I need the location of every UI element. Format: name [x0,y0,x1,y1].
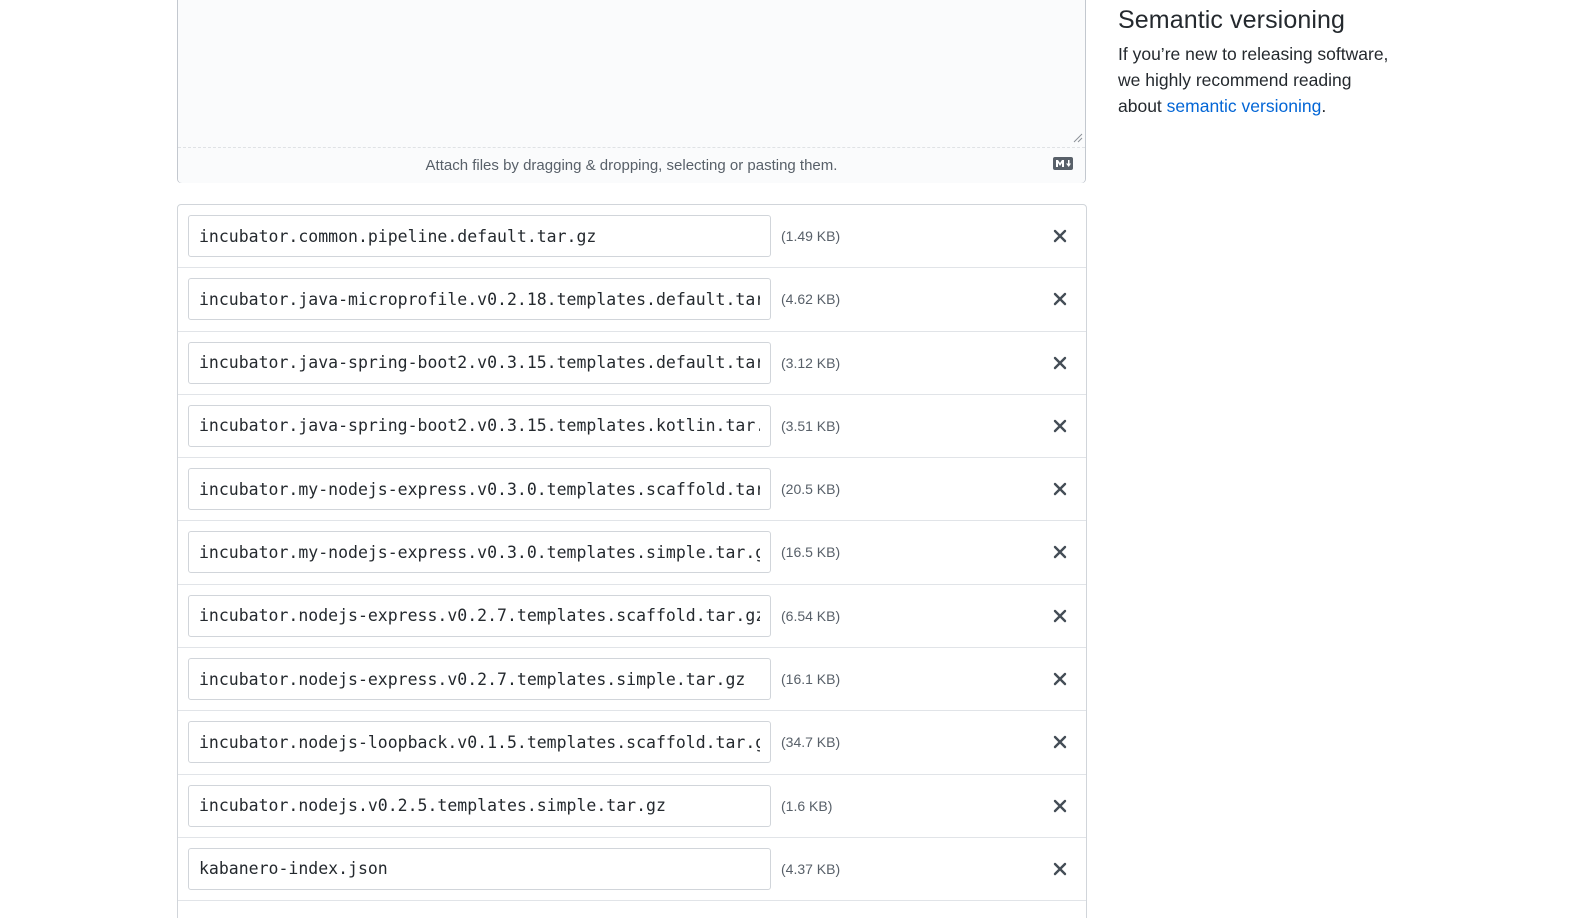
asset-row: (20.5 KB) [178,458,1086,522]
close-icon[interactable] [1052,228,1068,244]
sidebar-title: Semantic versioning [1118,6,1346,34]
attach-files-text: Attach files by dragging & dropping, sel… [425,157,838,174]
release-description-editor: Attach files by dragging & dropping, sel… [177,0,1086,183]
asset-size: (3.12 KB) [781,354,841,371]
asset-size: (16.5 KB) [781,544,841,561]
close-icon[interactable] [1052,544,1068,560]
asset-row: (34.7 KB) [178,711,1086,775]
asset-filename-input[interactable] [188,341,771,384]
asset-row: (4.62 KB) [178,268,1086,332]
attach-files-bar[interactable]: Attach files by dragging & dropping, sel… [178,147,1085,183]
asset-filename-input[interactable] [188,215,771,257]
sidebar-body: If you’re new to releasing software, we … [1118,41,1398,119]
asset-row: (6.54 KB) [178,585,1086,649]
close-icon[interactable] [1052,798,1068,814]
asset-filename-input[interactable] [188,468,771,511]
asset-size: (1.6 KB) [781,797,833,814]
sidebar-body-suffix: . [1321,96,1327,116]
close-icon[interactable] [1052,608,1068,624]
asset-row: (16.1 KB) [178,648,1086,712]
semantic-versioning-sidebar: Semantic versioning If you’re new to rel… [1118,6,1418,119]
asset-row: (16.5 KB) [178,521,1086,585]
asset-size: (3.51 KB) [781,417,841,434]
asset-size: (1.49 KB) [781,228,841,244]
asset-filename-input[interactable] [188,404,771,447]
asset-size: (4.37 KB) [781,860,841,877]
close-icon[interactable] [1052,355,1068,371]
semantic-versioning-link[interactable]: semantic versioning [1167,96,1322,116]
asset-row: (4.37 KB) [178,838,1086,902]
asset-filename-input[interactable] [188,658,771,701]
resize-grip-icon[interactable] [1073,133,1083,143]
asset-size: (34.7 KB) [781,734,841,751]
asset-filename-input[interactable] [188,531,771,574]
markdown-icon[interactable] [1053,157,1073,170]
asset-filename-input[interactable] [188,784,771,827]
release-description-textarea[interactable] [178,0,1085,147]
asset-row: (1.49 KB) [178,205,1086,269]
asset-size: (16.1 KB) [781,671,841,688]
asset-size: (20.5 KB) [781,481,841,498]
asset-row: (3.12 KB) [178,332,1086,395]
close-icon[interactable] [1052,418,1068,434]
asset-size: (6.54 KB) [781,607,841,624]
release-assets-list: (1.49 KB) (4.62 KB) (3.12 KB) (3.51 KB) (20.… [177,204,1087,918]
asset-row: (3.51 KB) [178,395,1086,459]
asset-filename-input[interactable] [188,721,771,764]
asset-filename-input[interactable] [188,847,771,890]
close-icon[interactable] [1052,861,1068,877]
close-icon[interactable] [1052,291,1068,307]
asset-row: (1.6 KB) [178,775,1086,838]
close-icon[interactable] [1052,671,1068,687]
release-page: Attach files by dragging & dropping, sel… [0,0,1582,918]
asset-filename-input[interactable] [188,278,771,321]
close-icon[interactable] [1052,734,1068,750]
asset-size: (4.62 KB) [781,291,841,308]
close-icon[interactable] [1052,481,1068,497]
asset-filename-input[interactable] [188,594,771,637]
